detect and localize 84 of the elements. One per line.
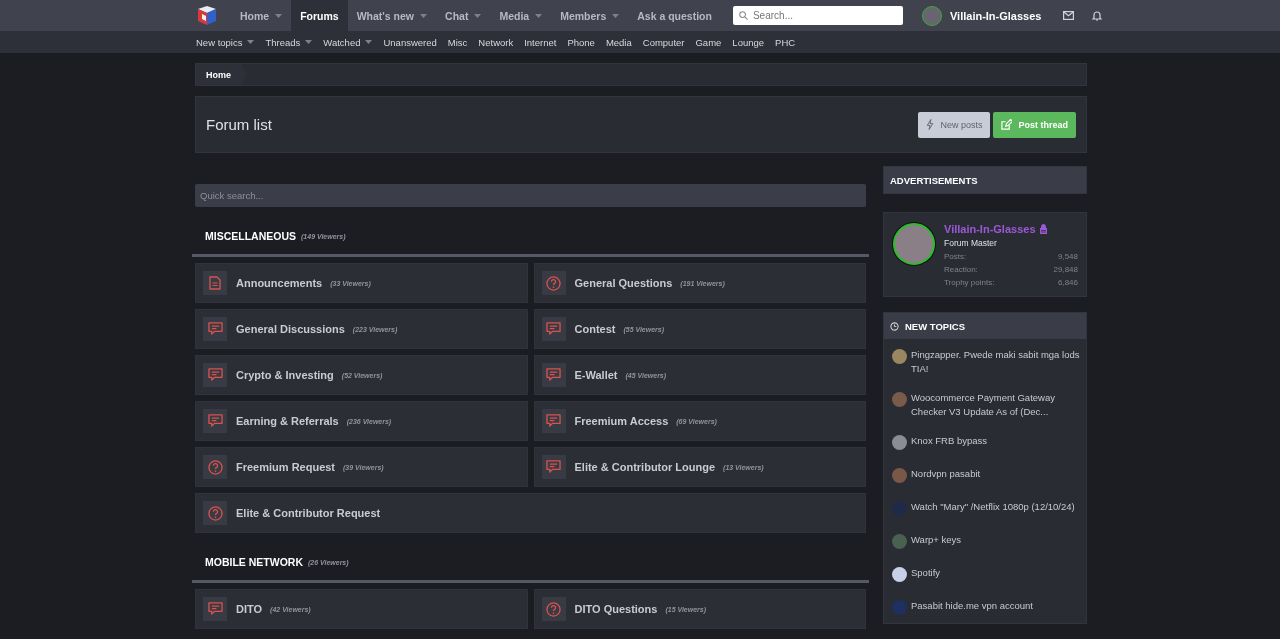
chat-icon [546, 460, 561, 474]
stat-value: 6,846 [1057, 277, 1078, 289]
badge-icon [1038, 224, 1048, 234]
chat-icon [546, 368, 561, 382]
category-title[interactable]: MISCELLANEOUS [205, 230, 296, 242]
forum-title[interactable]: Earning & Referrals [236, 415, 339, 427]
subnav-link[interactable]: Misc [447, 36, 468, 48]
ads-header: ADVERTISEMENTS [884, 167, 1086, 193]
subnav-link[interactable]: Network [478, 36, 514, 48]
topic-link[interactable]: Nordvpn pasabit [911, 467, 981, 481]
mail-icon[interactable] [1063, 11, 1075, 20]
subnav-link[interactable]: Computer [642, 36, 685, 48]
question-icon [207, 459, 223, 475]
chat-icon [207, 322, 223, 336]
stat-label: Trophy points: [944, 277, 995, 289]
avatar-icon[interactable] [892, 435, 907, 450]
subnav-link[interactable]: Unanswered [383, 36, 437, 48]
topic-link[interactable]: Pasabit hide.me vpn account [911, 599, 1033, 613]
page-title: Forum list [206, 116, 273, 133]
forum-title[interactable]: General Discussions [236, 323, 345, 335]
topic-link[interactable]: Watch "Mary" /Netflix 1080p (12/10/24) [911, 500, 1075, 514]
chat-icon [207, 602, 223, 616]
forum-title[interactable]: Freemium Request [236, 461, 336, 473]
forum-title[interactable]: E-Wallet [574, 369, 618, 381]
bolt-icon [926, 119, 935, 130]
chat-icon [207, 414, 223, 428]
subnav-link[interactable]: Internet [524, 36, 557, 48]
forum-tile[interactable]: Elite & Contributor Request [195, 493, 866, 533]
subnav-link[interactable]: New topics [196, 36, 255, 48]
chat-icon [207, 368, 223, 382]
user-name[interactable]: Villain-In-Glasses [949, 9, 1042, 22]
topic-link[interactable]: Woocommerce Payment Gateway Checker V3 Update As of (Dec... [911, 391, 1081, 419]
chat-icon [546, 414, 561, 428]
logo-icon[interactable] [195, 3, 219, 28]
new-topics-title: NEW TOPICS [905, 320, 965, 332]
avatar-icon[interactable] [893, 223, 935, 265]
forum-title[interactable]: Contest [574, 323, 616, 335]
nav-tab[interactable]: Chat [436, 0, 491, 31]
bell-icon[interactable] [1092, 10, 1103, 21]
new-posts-button[interactable]: New posts [918, 111, 991, 138]
nav-tab[interactable]: What's new [347, 0, 437, 31]
nav-tab[interactable]: Media [490, 0, 552, 31]
subnav-link[interactable]: Watched [323, 36, 373, 48]
forum-title[interactable]: Elite & Contributor Lounge [574, 461, 716, 473]
nav-tab[interactable]: Ask a question [628, 0, 721, 31]
subnav-link[interactable]: Phone [567, 36, 595, 48]
breadcrumb-link[interactable]: Home [196, 64, 247, 85]
avatar-icon[interactable] [892, 349, 907, 364]
stat-label: Posts: [944, 251, 967, 263]
topic-link[interactable]: Spotify [911, 566, 941, 580]
subnav-link[interactable]: Media [605, 36, 632, 48]
forum-title[interactable]: DITO Questions [574, 603, 658, 615]
subnav-link[interactable]: Game [695, 36, 722, 48]
forum-title[interactable]: Crypto & Investing [236, 369, 334, 381]
document-icon [209, 276, 221, 290]
question-icon [546, 275, 561, 291]
subnav-link[interactable]: PHC [775, 36, 796, 48]
subnav-link[interactable]: Threads [265, 36, 313, 48]
stat-value: 29,848 [1053, 264, 1078, 276]
stat-label: Reaction: [944, 264, 978, 276]
topic-link[interactable]: Warp+ keys [911, 533, 962, 547]
subnav-link[interactable]: Lounge [732, 36, 765, 48]
question-icon [546, 601, 561, 617]
search-field[interactable]: Search... [732, 6, 903, 25]
nav-tab[interactable]: Forums [291, 0, 348, 31]
category-title[interactable]: MOBILE NETWORK [205, 556, 303, 568]
nav-tab[interactable]: Home [231, 0, 292, 31]
user-rank: Forum Master [944, 238, 998, 248]
quick-search-field[interactable]: Quick search... [195, 184, 866, 207]
forum-title[interactable]: General Questions [574, 277, 673, 289]
avatar-icon[interactable] [892, 567, 907, 582]
clock-icon [890, 321, 899, 331]
forum-title[interactable]: Elite & Contributor Request [236, 507, 381, 519]
nav-tab[interactable]: Members [551, 0, 629, 31]
edit-icon [1001, 119, 1013, 130]
search-icon [738, 11, 748, 20]
topic-link[interactable]: Knox FRB bypass [911, 434, 988, 448]
chat-icon [546, 322, 561, 336]
stat-value: 9,548 [1057, 251, 1078, 263]
forum-title[interactable]: DITO [236, 603, 263, 615]
forum-title[interactable]: Freemium Access [574, 415, 669, 427]
forum-title[interactable]: Announcements [236, 277, 323, 289]
topic-link[interactable]: Pingzapper. Pwede maki sabit mga lods TIA! [911, 348, 1081, 376]
question-icon [207, 505, 223, 521]
